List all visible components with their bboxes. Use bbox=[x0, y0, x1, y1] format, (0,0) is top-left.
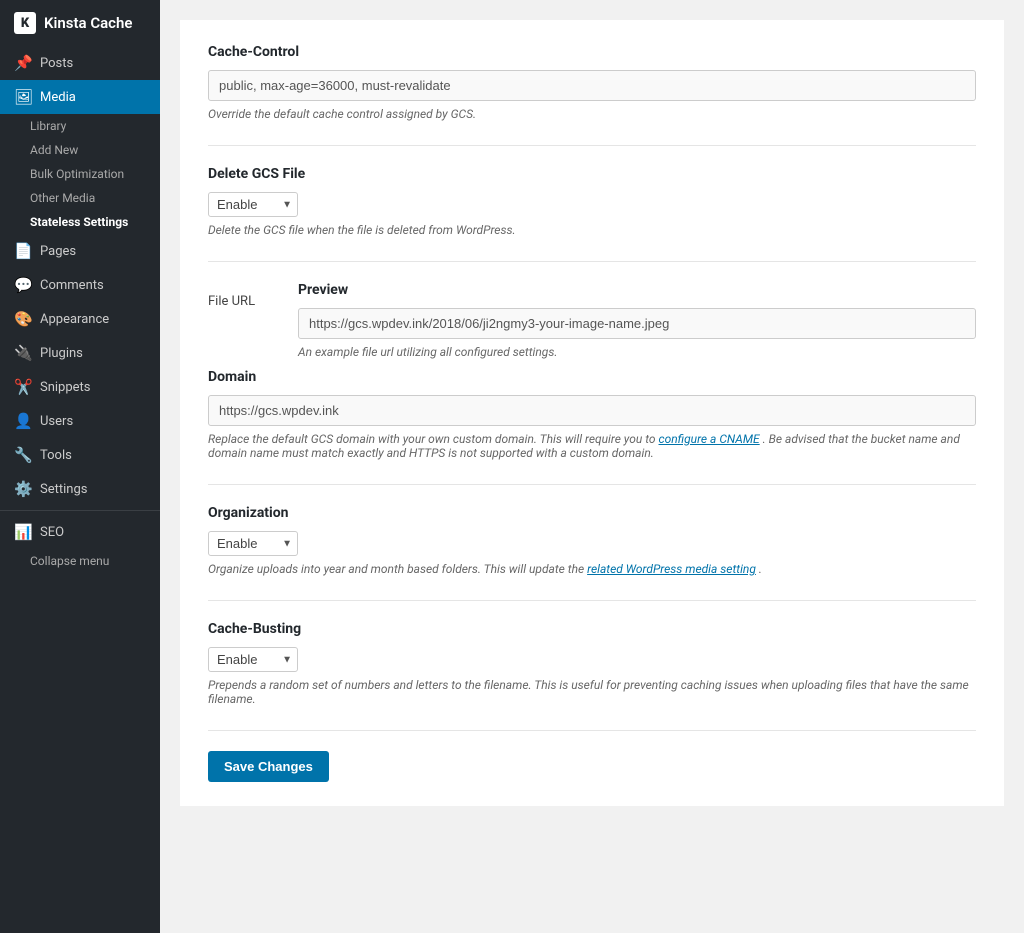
media-icon: 🖼 bbox=[14, 88, 32, 106]
settings-panel: Cache-Control Override the default cache… bbox=[180, 20, 1004, 806]
delete-gcs-section: Delete GCS File Enable Disable ▼ Delete … bbox=[208, 166, 976, 237]
sidebar-item-comments[interactable]: 💬 Comments bbox=[0, 268, 160, 302]
sidebar-item-label: Tools bbox=[40, 448, 72, 463]
divider-5 bbox=[208, 730, 976, 731]
sidebar-logo[interactable]: K Kinsta Cache bbox=[0, 0, 160, 46]
seo-icon: 📊 bbox=[14, 523, 32, 541]
sidebar-item-snippets[interactable]: ✂️ Snippets bbox=[0, 370, 160, 404]
users-icon: 👤 bbox=[14, 412, 32, 430]
tools-icon: 🔧 bbox=[14, 446, 32, 464]
sidebar-item-label: Appearance bbox=[40, 312, 109, 327]
sidebar-item-pages[interactable]: 📄 Pages bbox=[0, 234, 160, 268]
sidebar-collapse-menu[interactable]: Collapse menu bbox=[0, 549, 160, 573]
sidebar-item-label: Pages bbox=[40, 244, 76, 259]
sidebar-item-media[interactable]: 🖼 Media bbox=[0, 80, 160, 114]
sidebar-item-label: Plugins bbox=[40, 346, 83, 361]
preview-title: Preview bbox=[298, 282, 976, 298]
media-setting-link[interactable]: related WordPress media setting bbox=[587, 562, 756, 576]
sidebar-item-label: Posts bbox=[40, 56, 73, 71]
organization-select[interactable]: Enable Disable bbox=[208, 531, 298, 556]
sidebar-item-users[interactable]: 👤 Users bbox=[0, 404, 160, 438]
main-content: Cache-Control Override the default cache… bbox=[160, 0, 1024, 933]
sidebar-item-tools[interactable]: 🔧 Tools bbox=[0, 438, 160, 472]
file-url-section: File URL Preview An example file url uti… bbox=[208, 282, 976, 359]
sidebar-sub-stateless-settings[interactable]: Stateless Settings bbox=[0, 210, 160, 234]
settings-icon: ⚙️ bbox=[14, 480, 32, 498]
domain-description: Replace the default GCS domain with your… bbox=[208, 432, 976, 460]
pages-icon: 📄 bbox=[14, 242, 32, 260]
sidebar-sub-bulk-optimization[interactable]: Bulk Optimization bbox=[0, 162, 160, 186]
snippets-icon: ✂️ bbox=[14, 378, 32, 396]
cache-control-title: Cache-Control bbox=[208, 44, 976, 60]
appearance-icon: 🎨 bbox=[14, 310, 32, 328]
domain-input[interactable] bbox=[208, 395, 976, 426]
divider-1 bbox=[208, 145, 976, 146]
file-url-label: File URL bbox=[208, 282, 278, 359]
sidebar-item-plugins[interactable]: 🔌 Plugins bbox=[0, 336, 160, 370]
sidebar: K Kinsta Cache 📌 Posts 🖼 Media Library A… bbox=[0, 0, 160, 933]
sidebar-item-appearance[interactable]: 🎨 Appearance bbox=[0, 302, 160, 336]
app-title: Kinsta Cache bbox=[44, 14, 132, 32]
posts-icon: 📌 bbox=[14, 54, 32, 72]
file-url-right: Preview An example file url utilizing al… bbox=[298, 282, 976, 359]
delete-gcs-select[interactable]: Enable Disable bbox=[208, 192, 298, 217]
domain-title: Domain bbox=[208, 369, 976, 385]
sidebar-item-label: SEO bbox=[40, 525, 64, 540]
sidebar-item-label: Comments bbox=[40, 278, 104, 293]
sidebar-divider bbox=[0, 510, 160, 511]
sidebar-item-settings[interactable]: ⚙️ Settings bbox=[0, 472, 160, 506]
sidebar-item-label: Settings bbox=[40, 482, 87, 497]
organization-section: Organization Enable Disable ▼ Organize u… bbox=[208, 505, 976, 576]
preview-description: An example file url utilizing all config… bbox=[298, 345, 976, 359]
sidebar-sub-add-new[interactable]: Add New bbox=[0, 138, 160, 162]
preview-input[interactable] bbox=[298, 308, 976, 339]
cache-busting-title: Cache-Busting bbox=[208, 621, 976, 637]
delete-gcs-description: Delete the GCS file when the file is del… bbox=[208, 223, 976, 237]
divider-2 bbox=[208, 261, 976, 262]
cache-busting-section: Cache-Busting Enable Disable ▼ Prepends … bbox=[208, 621, 976, 706]
cache-busting-select[interactable]: Enable Disable bbox=[208, 647, 298, 672]
configure-cname-link[interactable]: configure a CNAME bbox=[659, 432, 760, 446]
sidebar-item-seo[interactable]: 📊 SEO bbox=[0, 515, 160, 549]
sidebar-sub-library[interactable]: Library bbox=[0, 114, 160, 138]
divider-4 bbox=[208, 600, 976, 601]
cache-busting-description: Prepends a random set of numbers and let… bbox=[208, 678, 976, 706]
sidebar-item-posts[interactable]: 📌 Posts bbox=[0, 46, 160, 80]
kinsta-logo-icon: K bbox=[14, 12, 36, 34]
organization-select-wrap: Enable Disable ▼ bbox=[208, 531, 298, 556]
cache-control-description: Override the default cache control assig… bbox=[208, 107, 976, 121]
cache-busting-select-wrap: Enable Disable ▼ bbox=[208, 647, 298, 672]
divider-3 bbox=[208, 484, 976, 485]
delete-gcs-title: Delete GCS File bbox=[208, 166, 976, 182]
organization-description: Organize uploads into year and month bas… bbox=[208, 562, 976, 576]
sidebar-item-label: Snippets bbox=[40, 380, 91, 395]
plugins-icon: 🔌 bbox=[14, 344, 32, 362]
sidebar-item-label: Media bbox=[40, 90, 76, 105]
domain-section: Domain Replace the default GCS domain wi… bbox=[208, 369, 976, 460]
comments-icon: 💬 bbox=[14, 276, 32, 294]
cache-control-input[interactable] bbox=[208, 70, 976, 101]
cache-control-section: Cache-Control Override the default cache… bbox=[208, 44, 976, 121]
save-changes-button[interactable]: Save Changes bbox=[208, 751, 329, 782]
delete-gcs-select-wrap: Enable Disable ▼ bbox=[208, 192, 298, 217]
organization-title: Organization bbox=[208, 505, 976, 521]
sidebar-sub-other-media[interactable]: Other Media bbox=[0, 186, 160, 210]
sidebar-item-label: Users bbox=[40, 414, 73, 429]
